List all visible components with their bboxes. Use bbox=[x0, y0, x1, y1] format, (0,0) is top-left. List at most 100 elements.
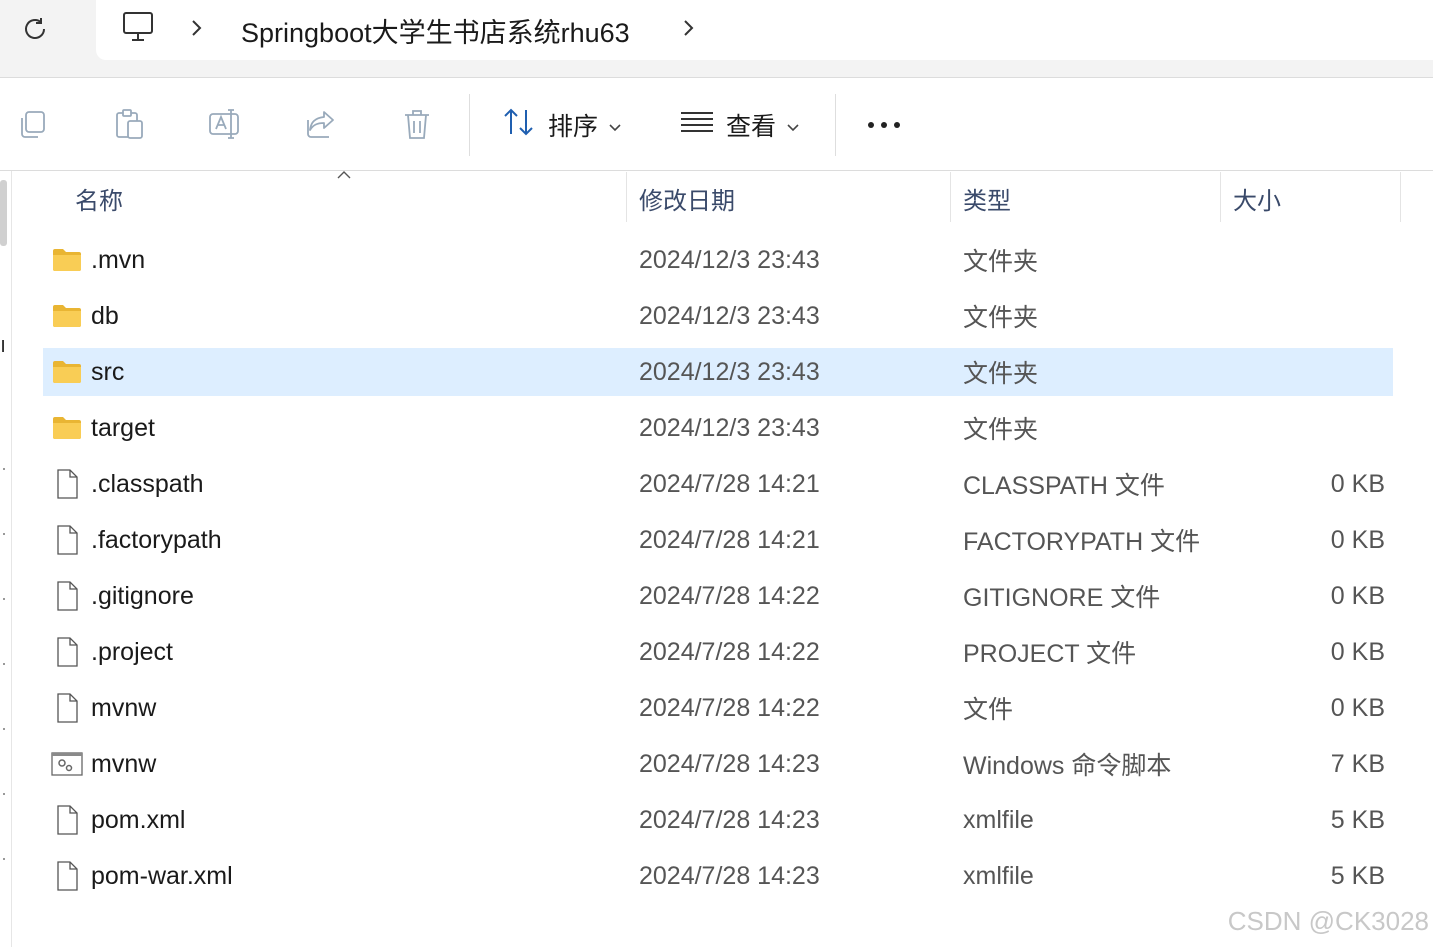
file-type: PROJECT 文件 bbox=[963, 640, 1137, 668]
chevron-down-icon bbox=[608, 111, 622, 140]
watermark: CSDN @CK3028 bbox=[1227, 906, 1429, 936]
delete-icon[interactable] bbox=[400, 106, 434, 142]
file-row[interactable]: pom-war.xml 2024/7/28 14:23 xmlfile 5 KB bbox=[43, 852, 1393, 900]
share-icon[interactable] bbox=[304, 106, 338, 142]
file-type: GITIGNORE 文件 bbox=[963, 584, 1161, 612]
file-size: 0 KB bbox=[1330, 693, 1385, 722]
nav-pane-clipped-text: ı bbox=[0, 332, 7, 357]
navigation-pane-edge[interactable] bbox=[0, 171, 12, 947]
file-type: 文件夹 bbox=[963, 360, 1039, 388]
file-type: 文件夹 bbox=[963, 304, 1039, 332]
file-row[interactable]: .factorypath 2024/7/28 14:21 FACTORYPATH 文… bbox=[43, 516, 1393, 564]
file-size: 0 KB bbox=[1330, 637, 1385, 666]
file-name: pom-war.xml bbox=[91, 861, 233, 890]
column-divider[interactable] bbox=[1220, 172, 1221, 222]
file-modified: 2024/12/3 23:43 bbox=[639, 245, 820, 274]
file-size: 0 KB bbox=[1330, 469, 1385, 498]
chevron-right-icon[interactable] bbox=[678, 14, 700, 42]
file-modified: 2024/7/28 14:22 bbox=[639, 581, 820, 610]
nav-tick bbox=[3, 533, 5, 535]
file-icon bbox=[51, 860, 83, 892]
file-icon bbox=[51, 804, 83, 836]
file-size: 5 KB bbox=[1330, 861, 1385, 890]
folder-icon bbox=[51, 300, 83, 332]
breadcrumb-folder[interactable]: Springboot大学生书店系统rhu63 bbox=[241, 11, 630, 50]
file-modified: 2024/7/28 14:23 bbox=[639, 749, 820, 778]
sort-ascending-icon bbox=[336, 168, 352, 180]
file-row[interactable]: .mvn 2024/12/3 23:43 文件夹 bbox=[43, 236, 1393, 284]
scrollbar-thumb[interactable] bbox=[0, 180, 7, 246]
nav-tick bbox=[3, 468, 5, 470]
file-name: target bbox=[91, 413, 155, 442]
sort-label: 排序 bbox=[548, 113, 599, 141]
file-name: .classpath bbox=[91, 469, 204, 498]
copy-icon[interactable] bbox=[16, 106, 50, 142]
chevron-down-icon bbox=[786, 111, 800, 140]
file-size: 5 KB bbox=[1330, 805, 1385, 834]
file-name: src bbox=[91, 357, 125, 386]
computer-icon[interactable] bbox=[120, 10, 156, 44]
file-row[interactable]: target 2024/12/3 23:43 文件夹 bbox=[43, 404, 1393, 452]
file-row[interactable]: mvnw 2024/7/28 14:23 Windows 命令脚本 7 KB bbox=[43, 740, 1393, 788]
file-name: .factorypath bbox=[91, 525, 222, 554]
command-bar: 排序 查看 bbox=[0, 78, 1433, 171]
file-modified: 2024/7/28 14:22 bbox=[639, 693, 820, 722]
file-row[interactable]: pom.xml 2024/7/28 14:23 xmlfile 5 KB bbox=[43, 796, 1393, 844]
column-header-size[interactable]: 大小 bbox=[1233, 172, 1281, 224]
column-header-name[interactable]: 名称 bbox=[75, 172, 123, 224]
file-type: Windows 命令脚本 bbox=[963, 752, 1172, 780]
toolbar-separator bbox=[835, 94, 836, 156]
file-row[interactable]: .classpath 2024/7/28 14:21 CLASSPATH 文件 0 K… bbox=[43, 460, 1393, 508]
file-type: 文件 bbox=[963, 696, 1014, 724]
file-row[interactable]: mvnw 2024/7/28 14:22 文件 0 KB bbox=[43, 684, 1393, 732]
column-header-modified[interactable]: 修改日期 bbox=[639, 172, 735, 224]
file-row[interactable]: src 2024/12/3 23:43 文件夹 bbox=[43, 348, 1393, 396]
file-type: xmlfile bbox=[963, 861, 1034, 890]
file-row[interactable]: db 2024/12/3 23:43 文件夹 bbox=[43, 292, 1393, 340]
file-icon bbox=[51, 468, 83, 500]
address-bar: Springboot大学生书店系统rhu63 bbox=[0, 0, 1433, 78]
column-divider[interactable] bbox=[1400, 172, 1401, 222]
file-type: xmlfile bbox=[963, 805, 1034, 834]
rename-icon[interactable] bbox=[208, 106, 242, 142]
file-name: mvnw bbox=[91, 749, 157, 778]
chevron-right-icon[interactable] bbox=[186, 14, 208, 42]
refresh-icon[interactable] bbox=[18, 12, 52, 46]
file-icon bbox=[51, 524, 83, 556]
nav-tick bbox=[3, 858, 5, 860]
column-divider[interactable] bbox=[950, 172, 951, 222]
file-type: 文件夹 bbox=[963, 416, 1039, 444]
file-name: db bbox=[91, 301, 119, 330]
file-modified: 2024/7/28 14:23 bbox=[639, 861, 820, 890]
file-icon bbox=[51, 580, 83, 612]
file-row[interactable]: .project 2024/7/28 14:22 PROJECT 文件 0 KB bbox=[43, 628, 1393, 676]
file-modified: 2024/7/28 14:21 bbox=[639, 469, 820, 498]
file-icon bbox=[51, 636, 83, 668]
paste-icon[interactable] bbox=[112, 106, 146, 142]
column-header-type[interactable]: 类型 bbox=[963, 172, 1011, 224]
nav-tick bbox=[3, 663, 5, 665]
file-name: .mvn bbox=[91, 245, 146, 274]
file-size: 7 KB bbox=[1330, 749, 1385, 778]
file-name: mvnw bbox=[91, 693, 157, 722]
file-row[interactable]: .gitignore 2024/7/28 14:22 GITIGNORE 文件 0 K… bbox=[43, 572, 1393, 620]
file-name: .project bbox=[91, 637, 173, 666]
file-modified: 2024/7/28 14:22 bbox=[639, 637, 820, 666]
file-modified: 2024/12/3 23:43 bbox=[639, 357, 820, 386]
view-button[interactable]: 查看 bbox=[680, 106, 800, 144]
file-type: CLASSPATH 文件 bbox=[963, 472, 1165, 500]
sort-button[interactable]: 排序 bbox=[502, 106, 622, 144]
nav-tick bbox=[3, 728, 5, 730]
file-type: FACTORYPATH 文件 bbox=[963, 528, 1201, 556]
file-modified: 2024/12/3 23:43 bbox=[639, 301, 820, 330]
folder-icon bbox=[51, 412, 83, 444]
folder-icon bbox=[51, 356, 83, 388]
file-size: 0 KB bbox=[1330, 581, 1385, 610]
sort-icon bbox=[502, 106, 536, 145]
toolbar-separator bbox=[469, 94, 470, 156]
view-label: 查看 bbox=[726, 113, 777, 141]
more-options-icon[interactable] bbox=[864, 108, 904, 142]
column-divider[interactable] bbox=[626, 172, 627, 222]
folder-icon bbox=[51, 244, 83, 276]
file-modified: 2024/7/28 14:21 bbox=[639, 525, 820, 554]
